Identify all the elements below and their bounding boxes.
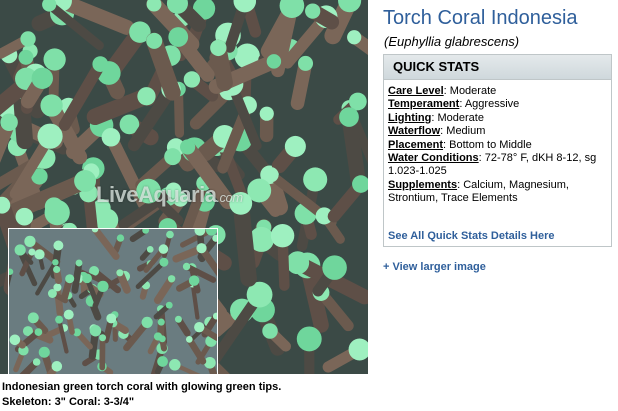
quick-stats-details-link[interactable]: See All Quick Stats Details Here [388,230,555,242]
stat-row: Waterflow: Medium [388,125,486,138]
product-photo[interactable]: LiveAquaria.com [0,0,368,374]
stat-key: Lighting [388,111,432,124]
stat-key: Placement [388,138,444,151]
product-title: Torch Coral Indonesia [383,7,578,29]
stat-row: Supplements: Calcium, Magnesium, Stronti… [388,178,569,205]
stat-value: Moderate [437,111,484,124]
stat-row: Care Level: Moderate [388,85,497,97]
caption-line: Skeleton: 3" Coral: 3-3/4" [2,396,135,408]
stat-key: Supplements [388,178,458,191]
stat-key: Water Conditions [388,152,479,165]
watermark: LiveAquaria.com [96,182,243,207]
stat-key: Temperament [388,98,460,111]
stat-key: Waterflow [388,125,441,138]
stat-row: Temperament: Aggressive [388,98,520,111]
quick-stats-list: Care Level: Moderate Temperament: Aggres… [384,80,611,206]
quick-stats-header: QUICK STATS [384,55,611,80]
quick-stats-panel: QUICK STATS Care Level: Moderate Tempera… [383,54,612,247]
scientific-name: (Euphyllia glabrescens) [384,34,520,49]
caption-line: Indonesian green torch coral with glowin… [2,381,282,393]
stat-value: Medium [446,125,486,138]
view-larger-image-link[interactable]: + View larger image [383,261,486,273]
stat-value: Aggressive [464,98,520,111]
stat-key: Care Level [388,85,444,97]
inset-coral-image [9,229,217,374]
stat-value: Bottom to Middle [449,138,532,151]
stat-row: Water Conditions: 72-78° F, dKH 8-12, sg… [388,152,597,178]
stat-value: Moderate [449,85,497,97]
inset-photo[interactable] [8,228,218,374]
stat-row: Lighting: Moderate [388,111,484,124]
image-caption: Indonesian green torch coral with glowin… [2,380,368,410]
stat-row: Placement: Bottom to Middle [388,138,532,151]
